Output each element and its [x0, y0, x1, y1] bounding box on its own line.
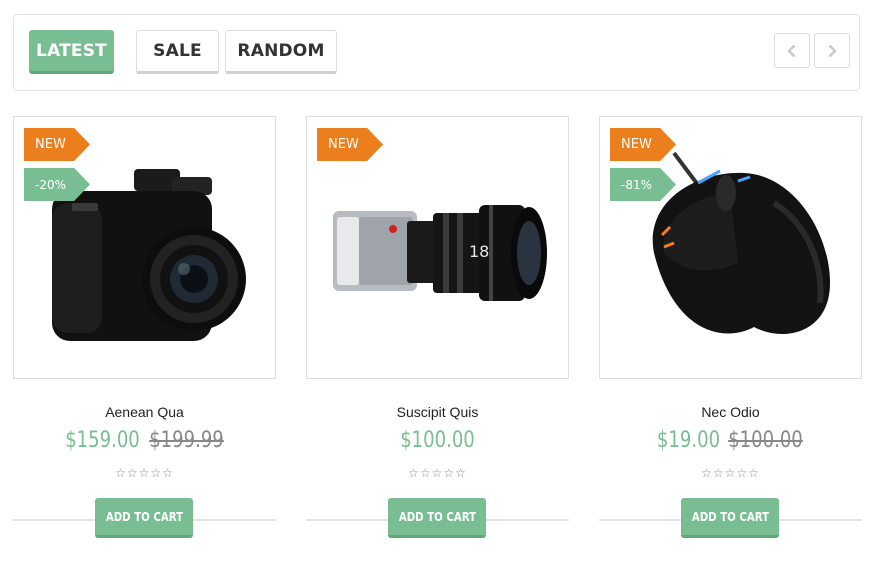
tab-sale[interactable]: SALE [136, 30, 219, 74]
rating-stars: ☆☆☆☆☆ [408, 466, 467, 480]
add-to-cart-button[interactable]: ADD TO CART [388, 498, 486, 538]
product-price: $100.00 [306, 428, 569, 453]
prev-button[interactable] [774, 33, 810, 68]
new-badge: NEW [317, 128, 383, 161]
lens-mark: 18 [469, 242, 489, 261]
price-current: $100.00 [400, 428, 475, 453]
price-current: $159.00 [65, 428, 140, 453]
product-price: $159.00 $199.99 [13, 428, 276, 453]
add-to-cart-button[interactable]: ADD TO CART [681, 498, 779, 538]
product-card-image[interactable]: NEW -81% [599, 116, 862, 379]
tab-latest[interactable]: LATEST [29, 30, 114, 74]
product-name[interactable]: Aenean Qua [13, 404, 276, 420]
rating-stars: ☆☆☆☆☆ [701, 466, 760, 480]
chevron-left-icon [787, 44, 796, 57]
next-button[interactable] [814, 33, 850, 68]
price-old: $199.99 [149, 428, 224, 453]
product-tabs-bar: LATEST SALE RANDOM [13, 14, 860, 91]
price-old: $100.00 [728, 428, 803, 453]
tab-random[interactable]: RANDOM [225, 30, 337, 74]
rating-stars: ☆☆☆☆☆ [115, 466, 174, 480]
product-name[interactable]: Nec Odio [599, 404, 862, 420]
chevron-right-icon [828, 44, 837, 57]
price-current: $19.00 [656, 428, 721, 453]
product-card-image[interactable]: 18 NEW [306, 116, 569, 379]
product-card-image[interactable]: NEW -20% [13, 116, 276, 379]
product-name[interactable]: Suscipit Quis [306, 404, 569, 420]
product-price: $19.00 $100.00 [599, 428, 862, 453]
cinema-camera-image: 18 [333, 205, 547, 301]
new-badge: NEW [24, 128, 90, 161]
add-to-cart-button[interactable]: ADD TO CART [95, 498, 193, 538]
